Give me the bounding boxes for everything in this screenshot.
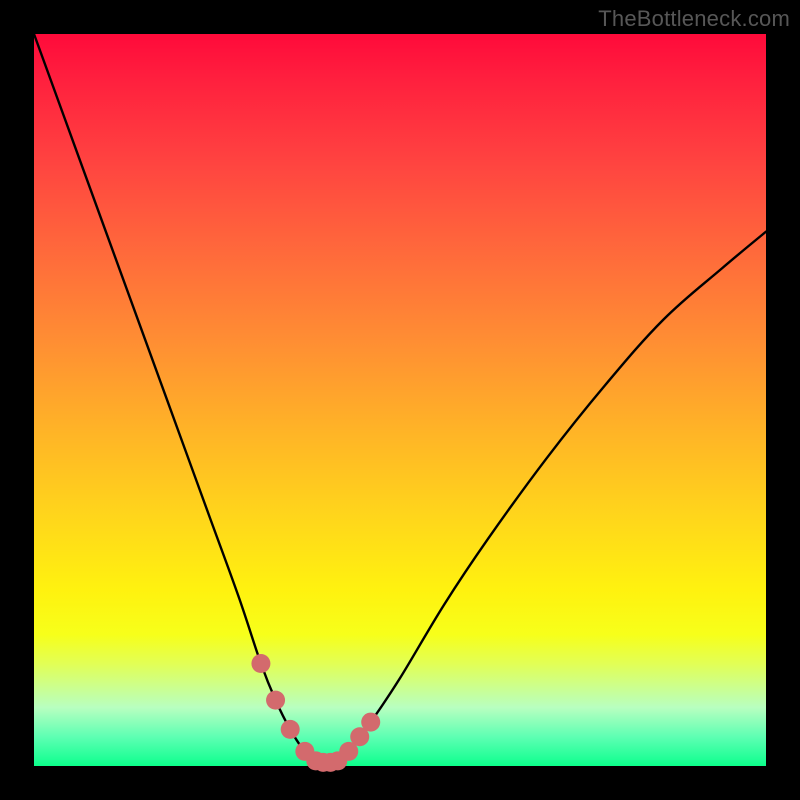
highlight-marker [361,713,380,732]
highlight-markers [251,654,380,772]
chart-stage: TheBottleneck.com [0,0,800,800]
watermark-text: TheBottleneck.com [598,6,790,32]
highlight-marker [251,654,270,673]
highlight-marker [266,691,285,710]
plot-area [34,34,766,766]
highlight-marker [281,720,300,739]
bottleneck-curve [34,34,766,764]
curve-layer [34,34,766,766]
